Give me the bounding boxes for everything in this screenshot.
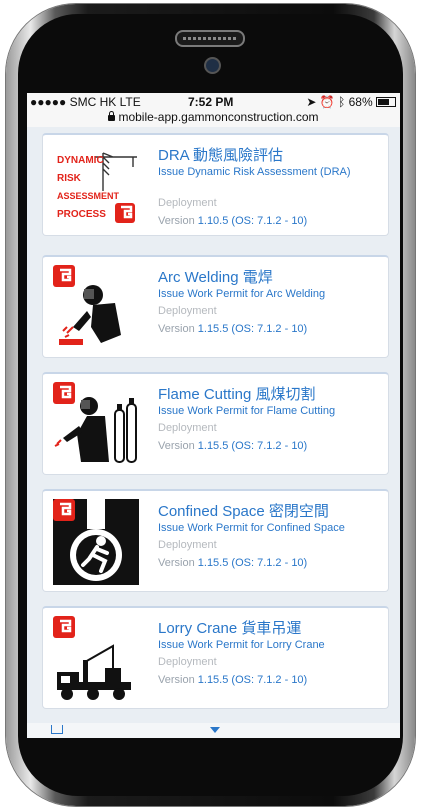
location-icon: ➤	[306, 95, 317, 109]
dra-logo-line2: RISK	[57, 173, 82, 184]
scroll-down-icon[interactable]	[210, 727, 220, 733]
status-icons: ➤ ⏰ ᛒ 68%	[306, 95, 396, 109]
phone-screen: ●●●●● SMC HK LTE 7:52 PM ➤ ⏰ ᛒ 68% mobil…	[27, 93, 400, 738]
app-status: Deployment	[158, 539, 217, 551]
arc-welding-icon	[53, 265, 121, 345]
app-version: Version 1.15.5 (OS: 7.1.2 - 10)	[158, 557, 308, 569]
lorry-crane-icon	[53, 616, 131, 700]
app-subtitle: Issue Work Permit for Confined Space	[158, 522, 345, 534]
app-subtitle: Issue Work Permit for Flame Cutting	[158, 405, 336, 417]
carrier-label: ●●●●● SMC HK LTE	[30, 95, 141, 109]
dra-logo-icon: DYNAMIC RISK ASSESSMENT PROCESS	[53, 143, 139, 229]
address-bar[interactable]: mobile-app.gammonconstruction.com	[27, 110, 400, 124]
battery-icon	[376, 97, 396, 107]
app-card-confined-space[interactable]: Confined Space 密閉空間 Issue Work Permit fo…	[42, 489, 389, 592]
home-button[interactable]	[175, 748, 245, 758]
dra-logo-line4: PROCESS	[57, 209, 106, 220]
lock-icon	[108, 111, 116, 121]
confined-space-icon	[53, 499, 139, 585]
earpiece-speaker	[175, 30, 245, 47]
app-title[interactable]: Confined Space 密閉空間	[158, 500, 329, 521]
app-subtitle: Issue Dynamic Risk Assessment (DRA)	[158, 166, 351, 178]
app-card-dra[interactable]: DYNAMIC RISK ASSESSMENT PROCESS DRA 動態風險…	[42, 133, 389, 236]
app-card-lorry-crane[interactable]: Lorry Crane 貨車吊運 Issue Work Permit for L…	[42, 606, 389, 709]
app-title[interactable]: Lorry Crane 貨車吊運	[158, 617, 301, 638]
dra-logo-line1: DYNAMIC	[57, 155, 104, 166]
url-text: mobile-app.gammonconstruction.com	[118, 110, 319, 124]
app-status: Deployment	[158, 197, 217, 209]
app-version: Version 1.15.5 (OS: 7.1.2 - 10)	[158, 323, 308, 335]
share-icon[interactable]	[51, 725, 63, 734]
app-version: Version 1.15.5 (OS: 7.1.2 - 10)	[158, 674, 308, 686]
status-bar: ●●●●● SMC HK LTE 7:52 PM ➤ ⏰ ᛒ 68% mobil…	[27, 93, 400, 127]
clock: 7:52 PM	[188, 95, 234, 109]
app-card-arc-welding[interactable]: Arc Welding 電焊 Issue Work Permit for Arc…	[42, 255, 389, 358]
app-version: Version 1.15.5 (OS: 7.1.2 - 10)	[158, 440, 308, 452]
app-title[interactable]: DRA 動態風險評估	[158, 144, 283, 165]
alarm-icon: ⏰	[319, 95, 335, 109]
app-status: Deployment	[158, 656, 217, 668]
dra-logo-line3: ASSESSMENT	[57, 191, 120, 201]
app-card-flame-cutting[interactable]: Flame Cutting 風煤切割 Issue Work Permit for…	[42, 372, 389, 475]
app-version: Version 1.10.5 (OS: 7.1.2 - 10)	[158, 215, 308, 227]
app-status: Deployment	[158, 422, 217, 434]
app-status: Deployment	[158, 305, 217, 317]
app-title[interactable]: Flame Cutting 風煤切割	[158, 383, 316, 404]
battery-percent: 68%	[348, 95, 373, 109]
flame-cutting-icon	[53, 382, 137, 463]
front-camera	[204, 57, 221, 74]
browser-toolbar	[27, 723, 400, 738]
app-subtitle: Issue Work Permit for Lorry Crane	[158, 639, 325, 651]
app-title[interactable]: Arc Welding 電焊	[158, 266, 273, 287]
bluetooth-icon: ᛒ	[338, 95, 346, 109]
app-subtitle: Issue Work Permit for Arc Welding	[158, 288, 326, 300]
